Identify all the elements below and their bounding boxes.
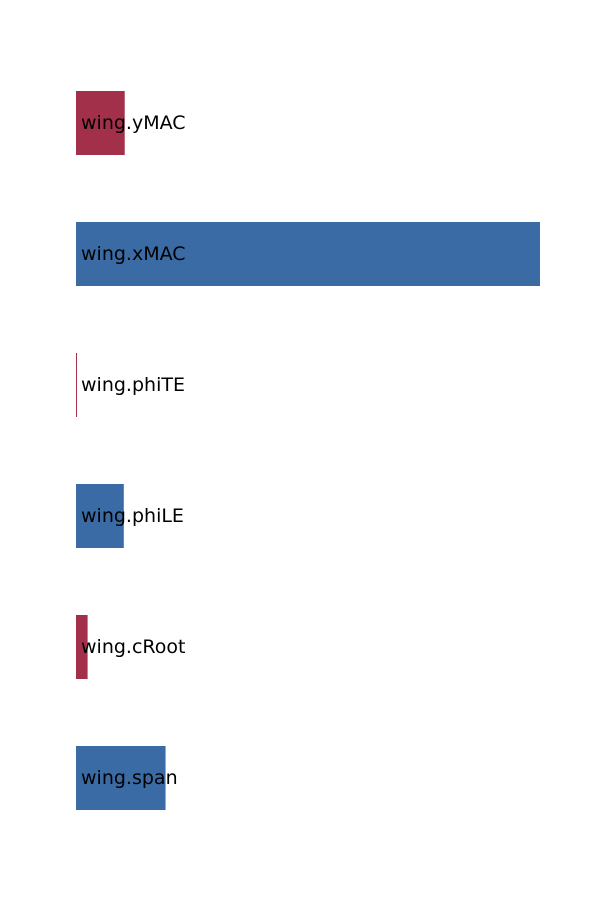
bar-label: wing.phiLE bbox=[81, 505, 184, 527]
bar-label: wing.xMAC bbox=[81, 243, 186, 265]
bar-label: wing.cRoot bbox=[81, 636, 185, 658]
bars-group bbox=[76, 91, 540, 810]
bar-wing-phite bbox=[76, 353, 77, 417]
bar-label: wing.yMAC bbox=[81, 112, 186, 134]
labels-group: wing.yMAC wing.xMAC wing.phiTE wing.phiLE wi… bbox=[81, 112, 186, 789]
bar-chart: wing.yMAC wing.xMAC wing.phiTE wing.phiLE wi… bbox=[76, 91, 540, 810]
bar-label: wing.phiTE bbox=[81, 374, 185, 396]
bar-label: wing.span bbox=[81, 767, 178, 789]
